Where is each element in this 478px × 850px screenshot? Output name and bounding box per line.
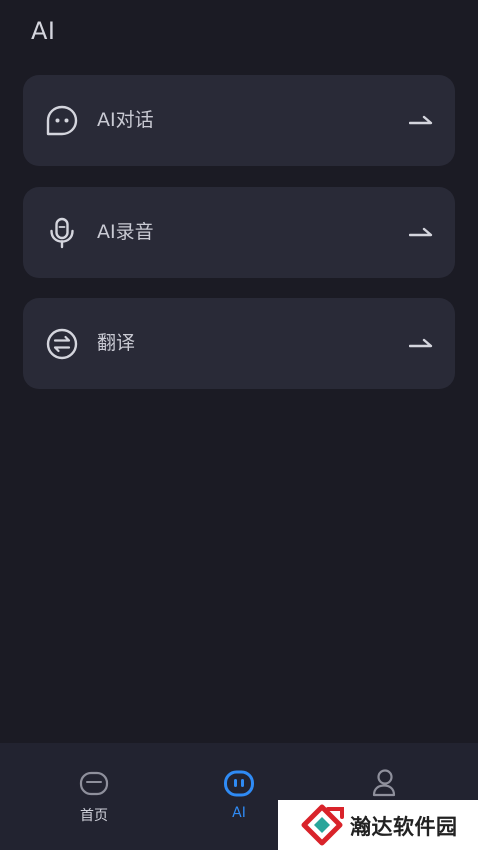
ai-chat-card[interactable]: AI对话 [23, 75, 455, 166]
translate-label: 翻译 [97, 332, 136, 354]
watermark-logo-icon [301, 804, 344, 846]
arrow-right-icon [409, 115, 433, 125]
swap-arrows-icon [46, 328, 78, 360]
ai-recording-label: AI录音 [97, 221, 154, 243]
ai-recording-card[interactable]: AI录音 [23, 187, 455, 278]
page-title: AI [31, 17, 56, 45]
ai-bot-icon [224, 770, 254, 797]
microphone-icon [50, 217, 74, 249]
watermark-text: 瀚达软件园 [350, 814, 458, 839]
arrow-right-icon [409, 227, 433, 237]
arrow-right-icon [409, 338, 433, 348]
home-icon [79, 771, 109, 796]
chat-bubble-icon [46, 105, 78, 136]
tab-home-label: 首页 [80, 808, 108, 824]
tab-home[interactable]: 首页 [34, 743, 154, 850]
profile-icon [372, 769, 396, 797]
translate-card[interactable]: 翻译 [23, 298, 455, 389]
ai-screen: AI AI对话 AI录音 翻译 首页 AI 瀚达软件园 [0, 0, 478, 850]
watermark-banner: 瀚达软件园 [278, 800, 478, 850]
ai-chat-label: AI对话 [97, 109, 154, 131]
